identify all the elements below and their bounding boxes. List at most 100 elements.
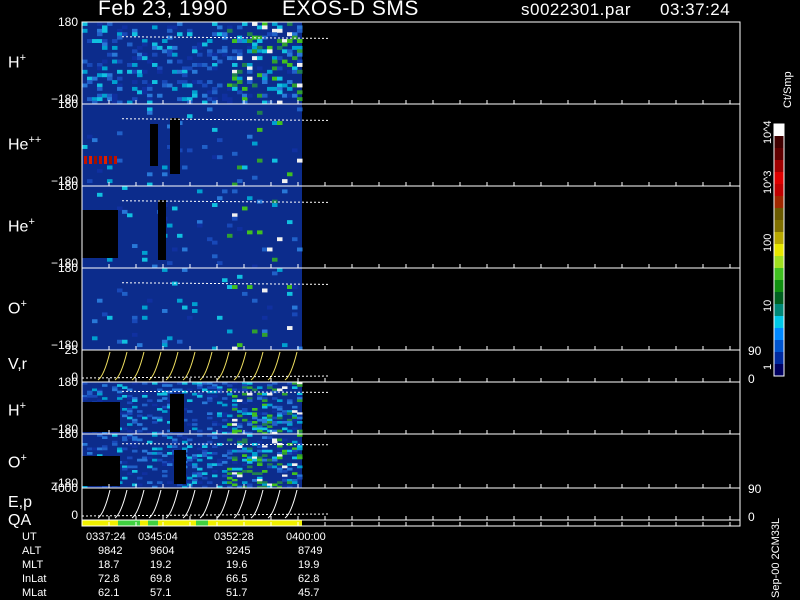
sawtooth-curve	[131, 489, 145, 519]
colorbar-segment	[774, 316, 784, 329]
footer-cell: 57.1	[150, 587, 172, 599]
heatmap-cell	[162, 463, 168, 466]
heatmap-cell	[177, 388, 183, 392]
heatmap-cell	[147, 298, 153, 303]
heatmap-cell	[232, 408, 238, 411]
colorbar-segment	[774, 256, 784, 269]
heatmap-cell	[257, 429, 263, 433]
data-gap	[82, 456, 120, 486]
colorbar-segment	[774, 160, 784, 173]
heatmap-cell	[237, 399, 243, 402]
heatmap-cell	[287, 93, 293, 98]
heatmap-cell	[252, 472, 258, 475]
heatmap-cell	[142, 416, 148, 420]
heatmap-cell	[102, 397, 108, 400]
heatmap-cell	[272, 59, 278, 64]
heatmap-cell	[222, 32, 228, 37]
heatmap-cell	[292, 312, 298, 317]
heatmap-cell	[87, 452, 93, 455]
heatmap-cell	[172, 440, 178, 444]
data-gap	[82, 402, 120, 432]
heatmap-cell	[272, 483, 278, 487]
heatmap-cell	[297, 384, 303, 387]
colorbar-segment	[774, 148, 784, 161]
version-label: Sep-00 2CM33L	[770, 517, 782, 598]
heatmap-cell	[182, 80, 188, 84]
heatmap-cell	[107, 165, 113, 170]
heatmap-cell	[202, 476, 208, 480]
heatmap-cell	[212, 423, 218, 426]
heatmap-cell	[167, 463, 173, 466]
footer-cell: 69.8	[150, 573, 172, 585]
heatmap-cell	[187, 56, 193, 61]
heatmap-cell	[272, 405, 278, 409]
heatmap-cell	[142, 458, 148, 462]
footer-cell: 66.5	[226, 573, 248, 585]
heatmap-cell	[252, 49, 258, 54]
heatmap-cell	[217, 429, 223, 433]
heatmap-cell	[147, 83, 153, 88]
heatmap-cell	[177, 69, 183, 74]
heatmap-cell	[117, 83, 123, 88]
y-right-tick-label: 90	[748, 482, 762, 496]
heatmap-cell	[137, 410, 143, 413]
heatmap-cell	[222, 481, 228, 484]
heatmap-cell	[267, 247, 273, 252]
heatmap-cell	[217, 32, 223, 37]
footer-row-label: UT	[22, 531, 37, 543]
heatmap-cell	[167, 49, 173, 54]
heatmap-cell	[227, 438, 233, 442]
heatmap-cell	[237, 49, 243, 54]
heatmap-cell	[202, 388, 208, 392]
heatmap-cell	[167, 83, 173, 88]
heatmap-cell	[277, 237, 283, 242]
heatmap-cell	[252, 175, 258, 180]
heatmap-cell	[187, 148, 193, 153]
heatmap-cell	[177, 59, 183, 64]
heatmap-cell	[197, 45, 203, 50]
heatmap-cell	[182, 165, 188, 170]
heatmap-cell	[217, 138, 223, 143]
heatmap-cell	[142, 39, 148, 43]
colorbar-segment	[774, 304, 784, 317]
heatmap-cell	[192, 302, 198, 307]
data-gap	[82, 210, 118, 258]
footer-cell: 9245	[226, 545, 251, 557]
heatmap-cell	[97, 66, 103, 71]
heatmap-cell	[192, 80, 198, 84]
heatmap-cell	[292, 45, 298, 50]
heatmap-cell	[277, 121, 283, 125]
heatmap-cell	[287, 63, 293, 67]
footer-cell: 0337:24	[86, 531, 126, 543]
heatmap-cell	[137, 429, 143, 433]
heatmap-cell	[97, 392, 103, 396]
heatmap-cell	[102, 447, 108, 451]
heatmap-cell	[182, 247, 188, 252]
heatmap-cell	[297, 107, 303, 112]
heatmap-cell	[222, 474, 228, 478]
heatmap-cell	[287, 52, 293, 57]
sawtooth-curve	[199, 489, 213, 519]
heatmap-cell	[122, 32, 128, 37]
footer-cell: 0352:28	[214, 531, 254, 543]
heatmap-cell	[282, 392, 288, 396]
heatmap-cell	[212, 127, 218, 132]
footer-row-label: InLat	[22, 573, 47, 585]
heatmap-cell	[227, 83, 233, 88]
heatmap-cell	[137, 56, 143, 61]
heatmap-cell	[282, 49, 288, 54]
heatmap-cell	[242, 22, 248, 26]
heatmap-cell	[172, 69, 178, 74]
heatmap-cell	[232, 285, 238, 289]
heatmap-cell	[157, 481, 163, 484]
sawtooth-curve	[250, 351, 264, 381]
heatmap-cell	[127, 213, 133, 218]
heatmap-cell	[272, 32, 278, 37]
heatmap-cell	[157, 45, 163, 50]
heatmap-cell	[212, 452, 218, 455]
heatmap-cell	[287, 285, 293, 289]
heatmap-cell	[132, 332, 138, 337]
heatmap-cell	[152, 447, 158, 451]
heatmap-cell	[212, 386, 218, 389]
colorbar-segment	[774, 172, 784, 185]
